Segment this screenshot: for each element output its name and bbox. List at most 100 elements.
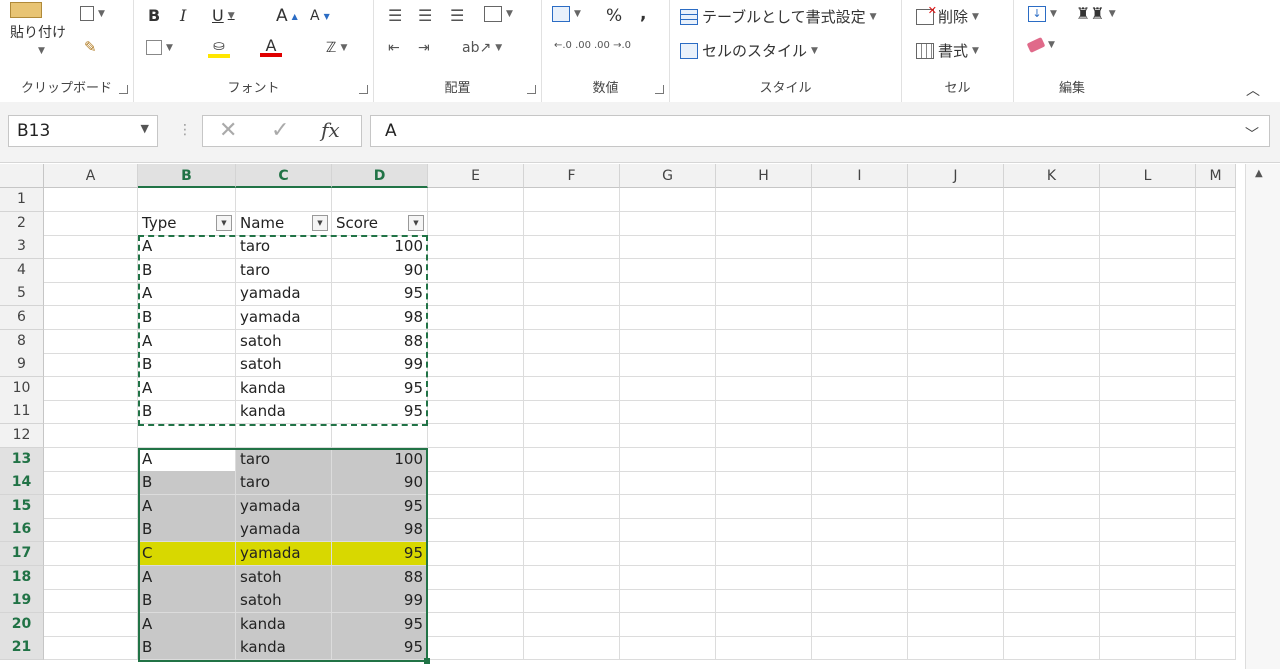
font-color-button[interactable]: A <box>260 38 282 57</box>
cell[interactable] <box>716 447 812 472</box>
cell[interactable] <box>1196 447 1236 472</box>
row-header-11[interactable]: 11 <box>0 400 44 425</box>
table-cell[interactable]: taro <box>236 258 332 283</box>
italic-button[interactable]: I <box>180 6 186 25</box>
row-header-9[interactable]: 9 <box>0 353 44 378</box>
cell[interactable] <box>1196 282 1236 307</box>
cell[interactable] <box>812 329 908 354</box>
row-header-17[interactable]: 17 <box>0 542 44 566</box>
cell[interactable] <box>908 400 1004 425</box>
cell[interactable] <box>428 447 524 472</box>
column-header-a[interactable]: A <box>44 164 138 188</box>
cell[interactable] <box>1196 589 1236 614</box>
cell[interactable] <box>428 329 524 354</box>
cell[interactable] <box>332 188 428 212</box>
cell[interactable] <box>1100 494 1196 519</box>
score-cell[interactable]: 95 <box>332 542 428 566</box>
cell[interactable] <box>620 494 716 519</box>
increase-decimal-button[interactable]: ←.0 .00 <box>554 40 591 51</box>
cell[interactable] <box>44 211 138 236</box>
cell[interactable] <box>620 376 716 401</box>
cell[interactable] <box>44 424 138 448</box>
cell[interactable] <box>524 636 620 661</box>
cell[interactable] <box>1196 494 1236 519</box>
worksheet-grid[interactable]: ABCDEFGHIJKLM 1 2 3 4 5 6 8 9 10 11 12 13 14 15 16 17 18… <box>0 164 1280 669</box>
cell[interactable] <box>1004 636 1100 661</box>
cell[interactable] <box>44 589 138 614</box>
cell[interactable] <box>908 612 1004 637</box>
cell[interactable] <box>1004 589 1100 614</box>
cell[interactable] <box>44 329 138 354</box>
cell[interactable] <box>812 400 908 425</box>
cell[interactable] <box>716 424 812 448</box>
table-cell[interactable]: A <box>138 376 236 401</box>
alignment-launcher[interactable] <box>527 85 536 94</box>
table-cell[interactable]: A <box>138 282 236 307</box>
cell[interactable] <box>1004 329 1100 354</box>
cell[interactable] <box>908 258 1004 283</box>
score-cell[interactable]: 98 <box>332 518 428 543</box>
cell[interactable] <box>1004 400 1100 425</box>
table-cell[interactable]: yamada <box>236 306 332 330</box>
column-header-b[interactable]: B <box>138 164 236 188</box>
cell[interactable] <box>1100 589 1196 614</box>
table-cell[interactable]: taro <box>236 471 332 496</box>
table-cell[interactable]: A <box>138 447 236 472</box>
cell[interactable] <box>524 447 620 472</box>
score-cell[interactable]: 88 <box>332 329 428 354</box>
cell[interactable] <box>1100 258 1196 283</box>
cell[interactable] <box>1100 306 1196 330</box>
table-cell[interactable]: taro <box>236 447 332 472</box>
cell[interactable] <box>908 471 1004 496</box>
cell[interactable] <box>428 282 524 307</box>
cell[interactable] <box>138 188 236 212</box>
cell[interactable] <box>1004 282 1100 307</box>
enter-icon[interactable]: ✓ <box>271 118 289 143</box>
table-cell[interactable]: B <box>138 471 236 496</box>
cell-styles-button[interactable]: セルのスタイル ▼ <box>680 40 818 61</box>
score-cell[interactable]: 95 <box>332 400 428 425</box>
cell[interactable] <box>44 447 138 472</box>
font-launcher[interactable] <box>359 85 368 94</box>
cell[interactable] <box>716 542 812 566</box>
cell[interactable] <box>716 494 812 519</box>
cell[interactable] <box>1004 235 1100 260</box>
cell[interactable] <box>908 424 1004 448</box>
cell[interactable] <box>716 589 812 614</box>
cell[interactable] <box>716 235 812 260</box>
cell[interactable] <box>524 376 620 401</box>
cell[interactable] <box>908 188 1004 212</box>
row-header-3[interactable]: 3 <box>0 235 44 260</box>
vertical-scrollbar[interactable]: ▲ <box>1245 164 1280 669</box>
cell[interactable] <box>1100 211 1196 236</box>
cell[interactable] <box>716 353 812 378</box>
cell[interactable] <box>1004 188 1100 212</box>
comma-button[interactable]: , <box>640 4 646 24</box>
score-cell[interactable]: 100 <box>332 235 428 260</box>
fill-button[interactable]: ↓ ▼ <box>1028 6 1057 22</box>
cell[interactable] <box>428 589 524 614</box>
select-all-corner[interactable] <box>0 164 44 188</box>
cell[interactable] <box>428 188 524 212</box>
cell[interactable] <box>44 306 138 330</box>
cell[interactable] <box>812 353 908 378</box>
row-header-19[interactable]: 19 <box>0 589 44 614</box>
column-header-l[interactable]: L <box>1100 164 1196 188</box>
cell[interactable] <box>524 471 620 496</box>
cell[interactable] <box>524 306 620 330</box>
cell[interactable] <box>620 258 716 283</box>
cell[interactable] <box>1004 471 1100 496</box>
cell[interactable] <box>524 518 620 543</box>
cell[interactable] <box>428 400 524 425</box>
cell[interactable] <box>908 518 1004 543</box>
cell[interactable] <box>908 235 1004 260</box>
cell[interactable] <box>1100 400 1196 425</box>
column-header-d[interactable]: D <box>332 164 428 188</box>
cell[interactable] <box>716 518 812 543</box>
table-cell[interactable]: B <box>138 306 236 330</box>
align-top-button[interactable]: ☰ <box>388 6 402 25</box>
score-cell[interactable]: 90 <box>332 258 428 283</box>
score-cell[interactable]: 90 <box>332 471 428 496</box>
cell[interactable] <box>908 447 1004 472</box>
cell[interactable] <box>428 494 524 519</box>
